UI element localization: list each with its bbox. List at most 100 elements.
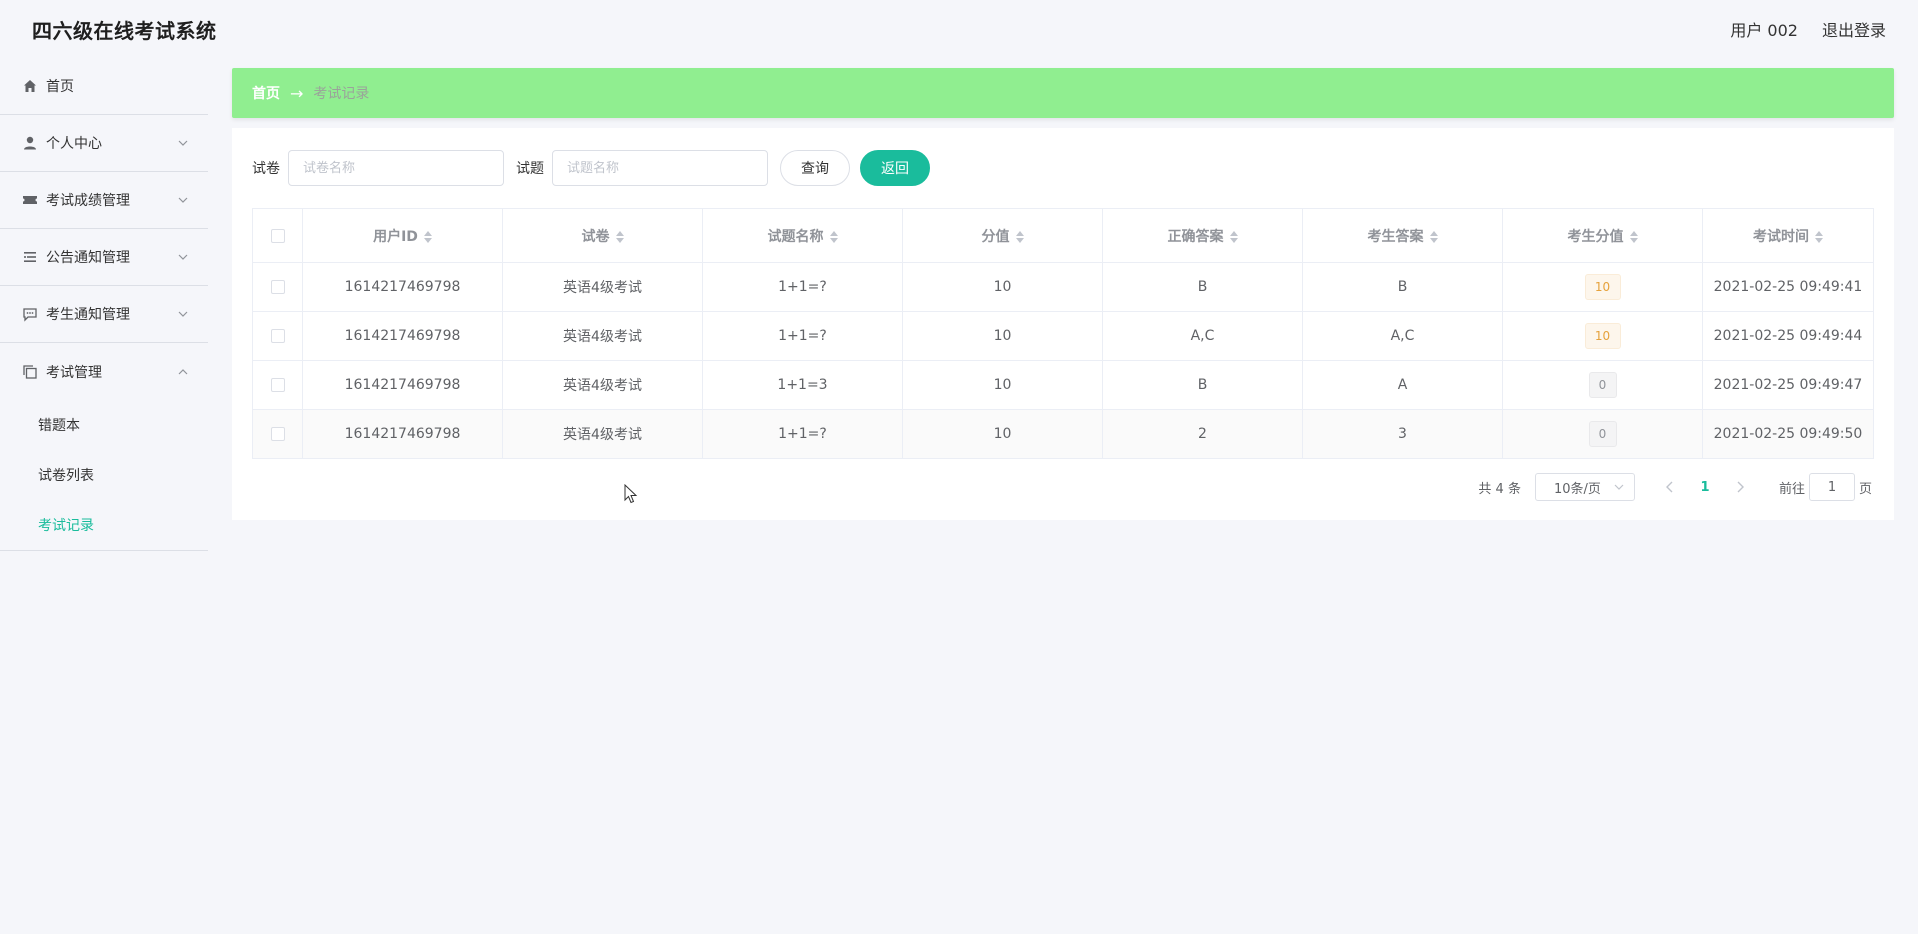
- sidebar-item-exam-management[interactable]: 考试管理: [0, 343, 208, 400]
- app-title: 四六级在线考试系统: [32, 18, 217, 43]
- chevron-down-icon: [178, 195, 188, 205]
- sort-icon[interactable]: [1015, 230, 1024, 244]
- table-row: 1614217469798 英语4级考试 1+1=? 10 A,C A,C 10…: [252, 311, 1874, 361]
- prev-page-button[interactable]: [1655, 480, 1685, 494]
- home-icon: [22, 78, 38, 94]
- column-header[interactable]: 考生分值: [1502, 208, 1703, 263]
- ticket-icon: [22, 192, 38, 208]
- table-row: 1614217469798 英语4级考试 1+1=? 10 2 3 0 2021…: [252, 409, 1874, 459]
- cell-correct-answer: B: [1102, 360, 1303, 410]
- question-name-input[interactable]: [552, 150, 768, 186]
- cell-student-answer: A,C: [1302, 311, 1503, 361]
- sidebar-item-label: 考试管理: [46, 364, 102, 381]
- column-header[interactable]: 考生答案: [1302, 208, 1503, 263]
- select-all-checkbox[interactable]: [270, 228, 285, 243]
- column-header[interactable]: 试卷: [502, 208, 703, 263]
- cell-question: 1+1=?: [702, 409, 903, 459]
- sidebar-item-label: 公告通知管理: [46, 250, 130, 266]
- row-checkbox[interactable]: [270, 329, 285, 343]
- column-header[interactable]: 分值: [902, 208, 1103, 263]
- column-header[interactable]: 正确答案: [1102, 208, 1303, 263]
- cell-user-id: 1614217469798: [302, 311, 503, 361]
- row-checkbox[interactable]: [270, 378, 285, 392]
- query-button[interactable]: 查询: [780, 150, 850, 186]
- sidebar-item-home[interactable]: 首页: [0, 58, 208, 115]
- cell-user-id: 1614217469798: [302, 262, 503, 312]
- submenu-item-exam-records[interactable]: 考试记录: [0, 500, 208, 550]
- table-row: 1614217469798 英语4级考试 1+1=3 10 B A 0 2021…: [252, 360, 1874, 410]
- pagination-total: 共 4 条: [1478, 481, 1521, 497]
- column-header[interactable]: 考试时间: [1702, 208, 1874, 263]
- sidebar-item-announcements[interactable]: 公告通知管理: [0, 229, 208, 286]
- score-badge: 0: [1588, 372, 1617, 398]
- page-size-select[interactable]: 10条/页: [1534, 473, 1635, 501]
- sort-icon[interactable]: [829, 230, 838, 244]
- submenu-item-paper-list[interactable]: 试卷列表: [0, 450, 208, 500]
- cell-paper: 英语4级考试: [502, 409, 703, 459]
- page-number-current[interactable]: 1: [1685, 480, 1725, 495]
- records-panel: 试卷 试题 查询 返回 用户ID 试卷 试题名称 分值 正确答案 考生答案 考生…: [232, 128, 1894, 520]
- cell-value: 10: [902, 262, 1103, 312]
- page-size-value: 10条/页: [1553, 481, 1601, 497]
- exam-management-submenu: 错题本 试卷列表 考试记录: [0, 400, 208, 551]
- goto-page-input[interactable]: [1808, 473, 1855, 501]
- sort-icon[interactable]: [1429, 230, 1438, 244]
- cell-exam-time: 2021-02-25 09:49:41: [1702, 262, 1874, 312]
- breadcrumb-current: 考试记录: [313, 86, 370, 102]
- sort-icon[interactable]: [615, 230, 624, 244]
- cell-value: 10: [902, 311, 1103, 361]
- main-content: 首页 → 考试记录 试卷 试题 查询 返回 用户ID 试卷 试题名称 分值 正确…: [232, 68, 1894, 520]
- paper-name-input[interactable]: [288, 150, 504, 186]
- table-header-row: 用户ID 试卷 试题名称 分值 正确答案 考生答案 考生分值 考试时间: [252, 208, 1874, 263]
- sidebar-item-profile[interactable]: 个人中心: [0, 115, 208, 172]
- chevron-down-icon: [178, 309, 188, 319]
- mouse-cursor-icon: [624, 484, 638, 504]
- sidebar-item-label: 个人中心: [46, 136, 102, 152]
- sort-icon[interactable]: [423, 230, 432, 244]
- search-bar: 试卷 试题 查询 返回: [252, 148, 1874, 188]
- column-header[interactable]: 用户ID: [302, 208, 503, 263]
- current-user[interactable]: 用户 002: [1730, 17, 1798, 41]
- goto-page: 前往 页: [1779, 473, 1872, 501]
- chevron-down-icon: [1614, 482, 1624, 492]
- next-page-button[interactable]: [1725, 480, 1755, 494]
- question-label: 试题: [516, 161, 544, 177]
- row-checkbox[interactable]: [270, 427, 285, 441]
- sort-icon[interactable]: [1629, 230, 1638, 244]
- pagination: 共 4 条 10条/页 1 前往 页: [252, 473, 1874, 501]
- chevron-down-icon: [178, 252, 188, 262]
- user-icon: [22, 135, 38, 151]
- back-button[interactable]: 返回: [860, 150, 930, 186]
- cell-paper: 英语4级考试: [502, 262, 703, 312]
- cell-value: 10: [902, 409, 1103, 459]
- cell-exam-time: 2021-02-25 09:49:47: [1702, 360, 1874, 410]
- column-header[interactable]: 试题名称: [702, 208, 903, 263]
- cell-student-answer: B: [1302, 262, 1503, 312]
- cell-student-answer: A: [1302, 360, 1503, 410]
- cell-exam-time: 2021-02-25 09:49:44: [1702, 311, 1874, 361]
- breadcrumb-arrow-icon: →: [290, 83, 304, 103]
- cell-question: 1+1=?: [702, 262, 903, 312]
- logout-button[interactable]: 退出登录: [1822, 17, 1886, 41]
- cell-correct-answer: 2: [1102, 409, 1303, 459]
- copy-icon: [22, 364, 38, 380]
- chevron-up-icon: [178, 367, 188, 377]
- sidebar-item-label: 考生通知管理: [46, 307, 130, 323]
- cell-user-id: 1614217469798: [302, 360, 503, 410]
- row-checkbox[interactable]: [270, 280, 285, 294]
- sort-icon[interactable]: [1229, 230, 1238, 244]
- cell-paper: 英语4级考试: [502, 360, 703, 410]
- sidebar: 首页 个人中心 考试成绩管理 公告通知管理 考生通知管理 考试管理 错题本 试卷…: [0, 58, 208, 934]
- submenu-item-wrong-questions[interactable]: 错题本: [0, 400, 208, 450]
- cell-user-id: 1614217469798: [302, 409, 503, 459]
- breadcrumb-home[interactable]: 首页: [252, 83, 280, 103]
- top-header: 四六级在线考试系统 用户 002 退出登录: [0, 0, 1918, 58]
- select-all-cell: [252, 208, 303, 263]
- sidebar-item-student-notices[interactable]: 考生通知管理: [0, 286, 208, 343]
- records-table: 用户ID 试卷 试题名称 分值 正确答案 考生答案 考生分值 考试时间 1614…: [252, 208, 1874, 459]
- sort-icon[interactable]: [1815, 230, 1823, 244]
- sidebar-item-label: 首页: [46, 79, 74, 95]
- sidebar-item-exam-scores[interactable]: 考试成绩管理: [0, 172, 208, 229]
- breadcrumb: 首页 → 考试记录: [232, 68, 1894, 118]
- cell-question: 1+1=?: [702, 311, 903, 361]
